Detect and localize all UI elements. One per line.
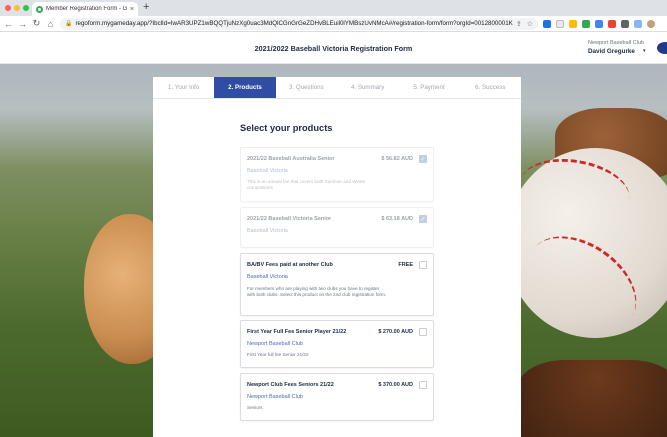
product-org: Baseball Victoria: [247, 274, 288, 280]
browser-toolbar: ← → ↻ ⌂ 🔒 regoform.mygameday.app/?IbclId…: [0, 16, 667, 32]
page-title: 2021/2022 Baseball Victoria Registration…: [254, 44, 413, 53]
chevron-down-icon[interactable]: ▾: [643, 48, 646, 54]
step-tab[interactable]: 6. Success: [460, 77, 521, 98]
reload-icon[interactable]: ↻: [32, 18, 41, 29]
home-icon[interactable]: ⌂: [46, 19, 55, 29]
product-name: 2021/22 Baseball Australia Senior: [247, 156, 335, 162]
product-checkbox[interactable]: ✓: [419, 215, 427, 223]
extension-icon[interactable]: [556, 19, 564, 28]
window-close-button[interactable]: [5, 5, 11, 11]
app-header: 2021/2022 Baseball Victoria Registration…: [0, 33, 667, 64]
product-org: Newport Baseball Club: [247, 341, 303, 347]
step-tab[interactable]: 2. Products: [214, 77, 276, 98]
product-price: $ 270.00 AUD: [378, 329, 413, 335]
product-item[interactable]: 2021/22 Baseball Australia Senior Basebal…: [240, 147, 434, 202]
new-tab-button[interactable]: +: [143, 1, 149, 13]
product-name: BA/BV Fees paid at another Club: [247, 262, 333, 268]
product-description: First Year full fee Senior 21/22: [247, 352, 309, 357]
back-icon[interactable]: ←: [4, 19, 13, 29]
browser-tab[interactable]: Member Registration Form - G ×: [32, 2, 138, 16]
extension-icon[interactable]: [569, 19, 577, 28]
product-price: $ 63.18 AUD: [381, 216, 413, 222]
product-price: $ 56.82 AUD: [381, 156, 413, 162]
window-maximize-button[interactable]: [23, 5, 29, 11]
tab-close-icon[interactable]: ×: [130, 6, 134, 13]
product-price: $ 370.00 AUD: [378, 382, 413, 388]
window-minimize-button[interactable]: [14, 5, 20, 11]
product-name: 2021/22 Baseball Victoria Senior: [247, 216, 332, 222]
profile-avatar[interactable]: [647, 19, 655, 28]
product-description: This is an annual fee that covers both S…: [247, 179, 366, 191]
step-tab[interactable]: 3. Questions: [276, 77, 337, 98]
product-item[interactable]: Newport Club Fees Seniors 21/22 Newport B…: [240, 373, 434, 421]
browser-tab-bar: Member Registration Form - G × +: [0, 0, 667, 16]
club-name: Newport Baseball Club: [588, 40, 644, 46]
extension-icon[interactable]: [595, 19, 603, 28]
step-tab[interactable]: 5. Payment: [398, 77, 459, 98]
product-description: Seniors: [247, 405, 263, 410]
extension-icon[interactable]: [543, 19, 551, 28]
extension-icon[interactable]: [621, 19, 629, 28]
product-price: FREE: [398, 262, 413, 268]
bookmark-star-icon[interactable]: ☆: [527, 20, 533, 28]
product-description: For members who are playing with two clu…: [247, 286, 387, 298]
product-org: Baseball Victoria: [247, 228, 288, 234]
product-name: Newport Club Fees Seniors 21/22: [247, 382, 334, 388]
product-checkbox[interactable]: [419, 328, 427, 336]
product-name: First Year Full Fee Senior Player 21/22: [247, 329, 347, 335]
forward-icon[interactable]: →: [18, 19, 27, 29]
step-progress: 1. Your Info 2. Products 3. Questions 4. Su…: [153, 77, 521, 99]
product-item[interactable]: First Year Full Fee Senior Player 21/22 N…: [240, 320, 434, 368]
product-checkbox[interactable]: [419, 381, 427, 389]
product-org: Newport Baseball Club: [247, 394, 303, 400]
registration-card: 1. Your Info 2. Products 3. Questions 4. Su…: [153, 77, 521, 437]
product-checkbox[interactable]: ✓: [419, 155, 427, 163]
extension-icon[interactable]: [634, 19, 642, 28]
tab-favicon-icon: [36, 5, 43, 13]
product-checkbox[interactable]: [419, 261, 427, 269]
url-text[interactable]: regoform.mygameday.app/?IbclId=IwAR3UPZ1…: [75, 20, 512, 27]
step-tab[interactable]: 1. Your Info: [153, 77, 214, 98]
product-org: Baseball Victoria: [247, 168, 288, 174]
product-item[interactable]: BA/BV Fees paid at another Club Baseball …: [240, 253, 434, 316]
address-bar[interactable]: 🔒 regoform.mygameday.app/?IbclId=IwAR3UP…: [60, 17, 538, 30]
section-title: Select your products: [240, 123, 333, 133]
product-item[interactable]: 2021/22 Baseball Victoria Senior Baseball…: [240, 207, 434, 248]
lock-icon: 🔒: [65, 21, 73, 27]
share-icon[interactable]: ⇪: [516, 20, 522, 28]
extension-icon[interactable]: [582, 19, 590, 28]
extension-icon[interactable]: [608, 19, 616, 28]
step-tab[interactable]: 4. Summary: [337, 77, 398, 98]
glove-image: [518, 360, 667, 437]
tab-title: Member Registration Form - G: [46, 6, 127, 12]
user-menu[interactable]: David Gregurke: [588, 48, 635, 55]
club-logo: [657, 42, 667, 54]
